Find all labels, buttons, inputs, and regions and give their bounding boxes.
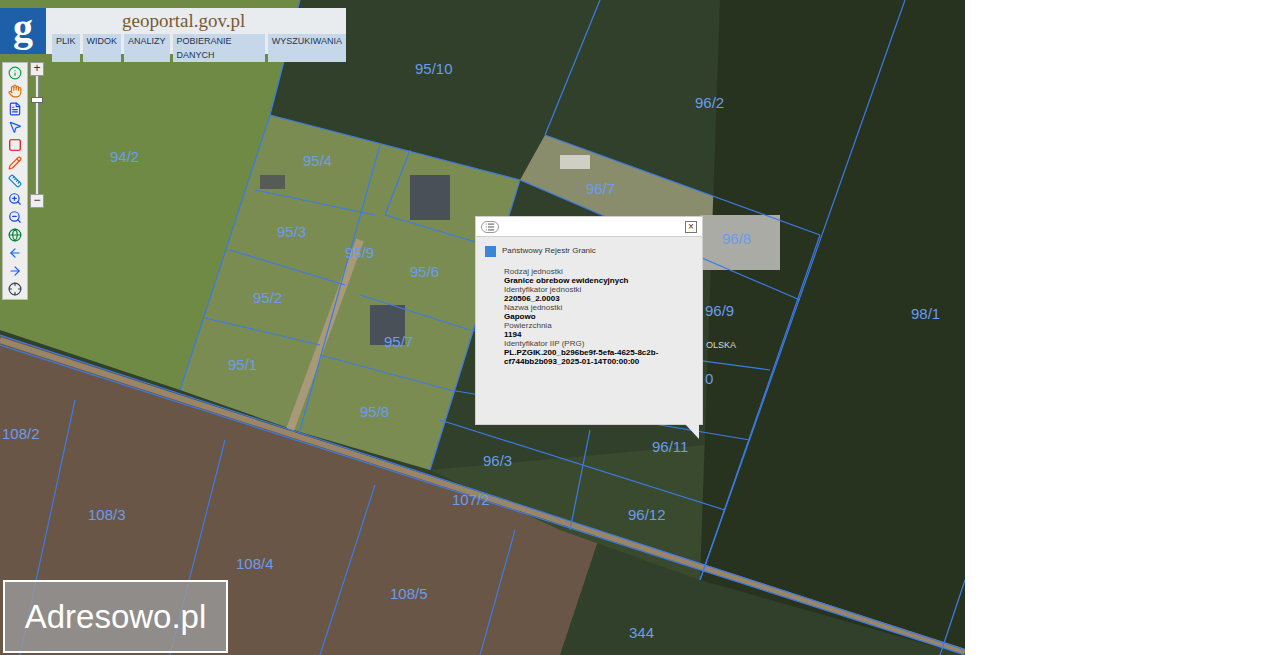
popup-field: Identyfikator IIP (PRG)PL.PZGIK.200_b296… [504,339,662,366]
legend-icon[interactable] [8,102,22,116]
popup-fields: Rodzaj jednostkiGranice obrebow ewidency… [476,257,702,366]
menu-item[interactable]: WYSZUKIWANIA [268,34,346,62]
menu-bar: PLIKWIDOKANALIZYPOBIERANIE DANYCHWYSZUKI… [52,34,346,62]
parcel-label: 107/2 [452,491,490,509]
popup-field: Identyfikator jednostki220506_2.0003 [504,285,662,303]
list-icon [485,222,495,232]
parcel-label: 96/12 [628,506,666,524]
hand-icon[interactable] [8,84,22,98]
popup-header: × [476,217,702,237]
parcel-label: 0 [705,370,713,388]
select-area-icon[interactable] [8,138,22,152]
parcel-label: 94/2 [110,148,139,166]
popup-source: Państwowy Rejestr Granic [476,237,702,257]
zoom-out-icon[interactable] [8,210,22,224]
zoom-in-icon[interactable] [8,192,22,206]
popup-field: Nazwa jednostkiGapowo [504,303,662,321]
zoom-out-button[interactable]: − [30,194,44,208]
popup-tail [685,424,699,439]
zoom-in-button[interactable]: + [30,62,44,76]
parcel-label: 96/2 [695,94,724,112]
zoom-thumb[interactable] [31,97,43,103]
menu-item[interactable]: ANALIZY [124,34,170,62]
parcel-label: 95/6 [410,263,439,281]
menu-item[interactable]: WIDOK [83,34,122,62]
parcel-label: 108/2 [2,425,40,443]
locate-icon[interactable] [8,282,22,296]
page: 95/1096/294/295/496/795/396/895/995/695/… [0,0,1280,655]
popup-field: Rodzaj jednostkiGranice obrebow ewidency… [504,267,662,285]
parcel-label: 95/1 [228,356,257,374]
street-label: OLSKA [706,339,736,353]
info-popup: × Państwowy Rejestr Granic Rodzaj jednostk… [475,216,703,425]
parcel-label: 95/9 [345,244,374,262]
parcel-label: 344 [629,624,654,642]
globe-icon[interactable] [8,228,22,242]
popup-menu-button[interactable] [481,221,499,233]
zoom-control: +− [30,62,44,208]
zoom-track[interactable] [35,76,39,194]
menu-item[interactable]: PLIK [52,34,80,62]
parcel-label: 95/3 [277,223,306,241]
parcel-label: 108/5 [390,585,428,603]
blank-area [965,0,1280,655]
header: ggeoportal.gov.plPLIKWIDOKANALIZYPOBIERA… [0,8,346,54]
header-panel: geoportal.gov.plPLIKWIDOKANALIZYPOBIERAN… [46,8,346,54]
parcel-label: 96/11 [652,438,688,456]
info-icon [485,246,496,257]
pencil-icon[interactable] [8,156,22,170]
parcel-label: 95/10 [415,60,453,78]
map[interactable]: 95/1096/294/295/496/795/396/895/995/695/… [0,0,965,655]
parcel-label: 108/4 [236,555,274,573]
site-title: geoportal.gov.pl [52,8,245,34]
tool-bar [2,62,28,300]
measure-icon[interactable] [8,174,22,188]
parcel-label: 96/3 [483,452,512,470]
logo[interactable]: g [0,8,46,54]
popup-field: Powierzchnia1194 [504,321,662,339]
parcel-label: 96/8 [722,230,751,248]
parcel-label: 98/1 [911,305,940,323]
parcel-label: 95/7 [384,333,413,351]
select-icon[interactable] [8,120,22,134]
parcel-label: 96/7 [586,180,615,198]
parcel-label: 95/4 [303,152,332,170]
menu-item[interactable]: POBIERANIE DANYCH [173,34,265,62]
popup-close-button[interactable]: × [685,221,697,233]
parcel-label: 95/2 [253,289,282,307]
forward-icon[interactable] [8,264,22,278]
info-icon[interactable] [8,66,22,80]
parcel-label: 96/9 [705,302,734,320]
parcel-label: 108/3 [88,506,126,524]
back-icon[interactable] [8,246,22,260]
parcel-label: 95/8 [360,403,389,421]
watermark: Adresowo.pl [3,580,228,653]
